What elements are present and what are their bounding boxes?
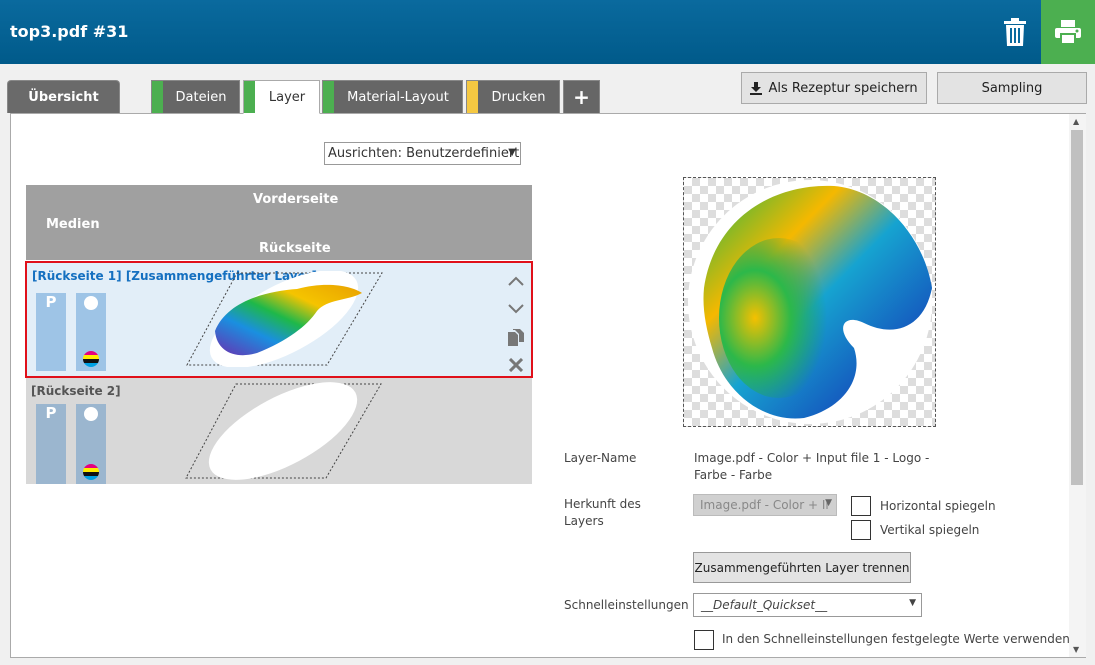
white-ink-dot	[84, 407, 98, 421]
layer-preview	[683, 177, 936, 427]
white-ink-dot	[84, 296, 98, 310]
duplicate-button[interactable]	[506, 323, 526, 351]
quickset-label: Schnelleinstellungen	[564, 598, 689, 612]
layer-name-line: Farbe - Farbe	[694, 468, 773, 482]
plus-icon: +	[573, 85, 590, 109]
flip-vertical-checkbox[interactable]	[851, 520, 871, 540]
media-header: Medien	[46, 217, 100, 232]
flip-vertical-label: Vertikal spiegeln	[880, 523, 980, 537]
layer-origin-dropdown[interactable]: Image.pdf - Color + Ir ▼	[693, 494, 837, 516]
badge-letter: P	[45, 293, 57, 311]
badge-letter: P	[45, 404, 57, 422]
sampling-label: Sampling	[981, 80, 1043, 96]
chevron-down-icon	[508, 304, 524, 314]
layer-row-label: [Rückseite 2]	[31, 384, 121, 398]
page-title: top3.pdf #31	[10, 22, 129, 41]
quickset-value: __Default_Quickset__	[701, 598, 828, 612]
tab-status-stripe	[244, 81, 255, 113]
align-value: Ausrichten: Benutzerdefiniert	[328, 146, 520, 161]
delete-job-button[interactable]	[990, 0, 1040, 64]
layer-table-header: Vorderseite Medien Rückseite	[26, 185, 532, 260]
tab-label: Übersicht	[28, 89, 99, 105]
caret-down-icon: ▼	[909, 598, 916, 608]
scroll-up-icon[interactable]: ▲	[1073, 117, 1079, 126]
scroll-thumb[interactable]	[1071, 130, 1083, 485]
remove-layer-button[interactable]	[506, 351, 526, 379]
cmyk-icon	[83, 351, 99, 367]
use-quickset-values-label: In den Schnelleinstellungen festgelegte …	[722, 632, 1070, 646]
tab-files[interactable]: Dateien	[151, 80, 240, 113]
front-side-header: Vorderseite	[253, 192, 339, 207]
copy-icon	[508, 328, 524, 346]
caret-down-icon: ▼	[825, 498, 832, 508]
flip-horizontal-label: Horizontal spiegeln	[880, 499, 996, 513]
trash-icon	[1004, 18, 1026, 46]
add-tab-button[interactable]: +	[563, 80, 600, 113]
layer-thumbnail	[185, 382, 382, 480]
tab-print[interactable]: Drucken	[466, 80, 560, 113]
sampling-button[interactable]: Sampling	[937, 72, 1087, 104]
tab-label: Material-Layout	[347, 89, 449, 105]
printer-icon	[1055, 20, 1081, 44]
close-icon	[509, 358, 523, 372]
move-down-button[interactable]	[506, 295, 526, 323]
move-up-button[interactable]	[506, 267, 526, 295]
print-button[interactable]	[1041, 0, 1095, 64]
scroll-down-icon[interactable]: ▼	[1073, 645, 1079, 654]
layer-row-selected[interactable]: [Rückseite 1] [Zusammengeführter Layer] …	[25, 261, 533, 378]
tab-label: Drucken	[491, 89, 546, 105]
tab-status-stripe	[152, 81, 163, 113]
quickset-dropdown[interactable]: __Default_Quickset__ ▼	[693, 593, 922, 617]
tab-overview[interactable]: Übersicht	[7, 80, 120, 113]
tab-status-stripe	[467, 81, 478, 113]
vertical-scrollbar[interactable]: ▲ ▼	[1069, 114, 1086, 657]
preview-image	[688, 180, 932, 424]
layer-origin-label: Herkunft des Layers	[564, 496, 641, 530]
tab-layer[interactable]: Layer	[243, 80, 320, 114]
print-mode-badge: P	[36, 293, 66, 371]
layer-name-line: Image.pdf - Color + Input file 1 - Logo …	[694, 451, 930, 465]
tab-label: Layer	[268, 89, 306, 105]
cmyk-icon	[83, 464, 99, 480]
layer-name-label: Layer-Name	[564, 451, 637, 465]
split-merged-layer-label: Zusammengeführten Layer trennen	[694, 560, 910, 575]
save-recipe-label: Als Rezeptur speichern	[768, 80, 918, 96]
layer-origin-label-line: Layers	[564, 514, 604, 528]
layer-origin-label-line: Herkunft des	[564, 497, 641, 511]
download-icon	[750, 81, 763, 95]
layer-panel: Ausrichten: Benutzerdefiniert ▼ Vorderse…	[10, 113, 1086, 658]
row-actions	[506, 267, 526, 379]
app-header: top3.pdf #31	[0, 0, 1095, 64]
layer-thumbnail	[186, 271, 383, 367]
print-mode-badge: P	[36, 404, 66, 484]
split-merged-layer-button[interactable]: Zusammengeführten Layer trennen	[693, 552, 911, 583]
color-channel-block	[76, 293, 106, 371]
tab-label: Dateien	[175, 89, 227, 105]
layer-name-value: Image.pdf - Color + Input file 1 - Logo …	[694, 450, 929, 484]
tab-material-layout[interactable]: Material-Layout	[322, 80, 463, 113]
tab-status-stripe	[323, 81, 334, 113]
align-dropdown[interactable]: Ausrichten: Benutzerdefiniert ▼	[324, 142, 521, 165]
chevron-up-icon	[508, 276, 524, 286]
color-channel-block	[76, 404, 106, 484]
save-recipe-button[interactable]: Als Rezeptur speichern	[741, 72, 927, 104]
use-quickset-values-checkbox[interactable]	[694, 630, 714, 650]
layer-row[interactable]: [Rückseite 2] P	[26, 378, 532, 484]
back-side-header: Rückseite	[259, 241, 331, 256]
flip-horizontal-checkbox[interactable]	[851, 496, 871, 516]
caret-down-icon: ▼	[508, 147, 516, 158]
layer-origin-value: Image.pdf - Color + Ir	[700, 498, 831, 512]
